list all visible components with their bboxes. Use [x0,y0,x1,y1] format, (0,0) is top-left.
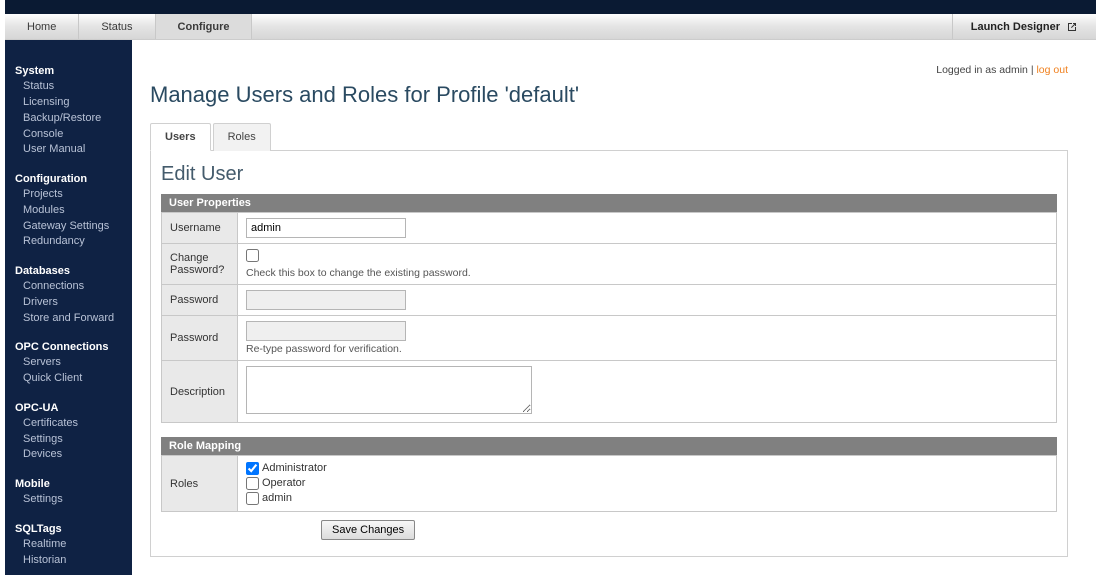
sidebar-item-drivers[interactable]: Drivers [5,295,132,311]
section-role-mapping: Role Mapping [161,437,1057,455]
sidebar-group-title: System [5,62,132,79]
sidebar-group-title: OPC Connections [5,338,132,355]
sidebar-group-title: SQLTags [5,520,132,537]
sidebar-item-user-manual[interactable]: User Manual [5,142,132,158]
sidebar-item-modules[interactable]: Modules [5,203,132,219]
role-checkbox-operator[interactable] [246,477,259,490]
launch-designer-button[interactable]: Launch Designer [952,14,1096,39]
sidebar-item-certificates[interactable]: Certificates [5,416,132,432]
panel-title: Edit User [161,163,1057,194]
main-content: Logged in as admin | log out Manage User… [132,40,1096,575]
sidebar-item-historian[interactable]: Historian [5,553,132,569]
sidebar-item-gateway-settings[interactable]: Gateway Settings [5,219,132,235]
role-checkbox-administrator[interactable] [246,462,259,475]
external-link-icon [1066,21,1078,33]
sidebar-group-title: Mobile [5,475,132,492]
sidebar-item-servers[interactable]: Servers [5,355,132,371]
section-user-properties: User Properties [161,194,1057,212]
description-label: Description [162,361,238,423]
change-password-label: Change Password? [162,244,238,285]
sidebar-item-console[interactable]: Console [5,127,132,143]
nav-configure[interactable]: Configure [156,14,253,39]
panel: Edit User User Properties Username Chang… [150,151,1068,557]
username-label: Username [162,213,238,244]
description-input[interactable] [246,366,532,414]
sidebar-item-projects[interactable]: Projects [5,187,132,203]
role-option[interactable]: admin [246,491,1048,506]
tab-roles[interactable]: Roles [213,123,271,151]
logout-link[interactable]: log out [1036,64,1068,76]
password2-hint: Re-type password for verification. [246,343,1048,355]
sidebar-item-connections[interactable]: Connections [5,279,132,295]
page-title: Manage Users and Roles for Profile 'defa… [150,82,1068,108]
change-password-checkbox[interactable] [246,249,259,262]
sidebar-item-licensing[interactable]: Licensing [5,95,132,111]
nav-home[interactable]: Home [5,14,79,39]
password1-input[interactable] [246,290,406,310]
sidebar-item-quick-client[interactable]: Quick Client [5,371,132,387]
sidebar-group-title: OPC-UA [5,399,132,416]
sidebar-item-settings[interactable]: Settings [5,432,132,448]
role-checkbox-admin[interactable] [246,492,259,505]
login-user: admin [999,64,1028,76]
roles-label: Roles [162,456,238,512]
password1-label: Password [162,285,238,316]
nav-status[interactable]: Status [79,14,155,39]
username-input[interactable] [246,218,406,238]
sidebar-item-devices[interactable]: Devices [5,447,132,463]
sidebar-item-realtime[interactable]: Realtime [5,537,132,553]
login-status: Logged in as admin | log out [150,64,1068,76]
sidebar-group-title: Configuration [5,170,132,187]
change-password-hint: Check this box to change the existing pa… [246,267,1048,279]
password2-input[interactable] [246,321,406,341]
sidebar-group-title: Databases [5,262,132,279]
top-nav: Home Status Configure Launch Designer [5,14,1096,40]
user-properties-table: Username Change Password? Check this box… [161,212,1057,423]
sidebar-item-settings[interactable]: Settings [5,492,132,508]
roles-container: AdministratorOperatoradmin [246,461,1048,506]
login-prefix: Logged in as [936,64,999,76]
tab-strip: Users Roles [150,122,1068,151]
role-option[interactable]: Operator [246,476,1048,491]
tab-users[interactable]: Users [150,123,211,151]
save-button[interactable]: Save Changes [321,520,415,540]
role-option[interactable]: Administrator [246,461,1048,476]
header-bar [5,0,1096,14]
sidebar: SystemStatusLicensingBackup/RestoreConso… [5,40,132,575]
role-mapping-table: Roles AdministratorOperatoradmin [161,455,1057,512]
sidebar-item-store-and-forward[interactable]: Store and Forward [5,311,132,327]
sidebar-item-redundancy[interactable]: Redundancy [5,234,132,250]
launch-designer-label: Launch Designer [971,21,1060,33]
password2-label: Password [162,316,238,361]
sidebar-item-backup-restore[interactable]: Backup/Restore [5,111,132,127]
sidebar-item-status[interactable]: Status [5,79,132,95]
